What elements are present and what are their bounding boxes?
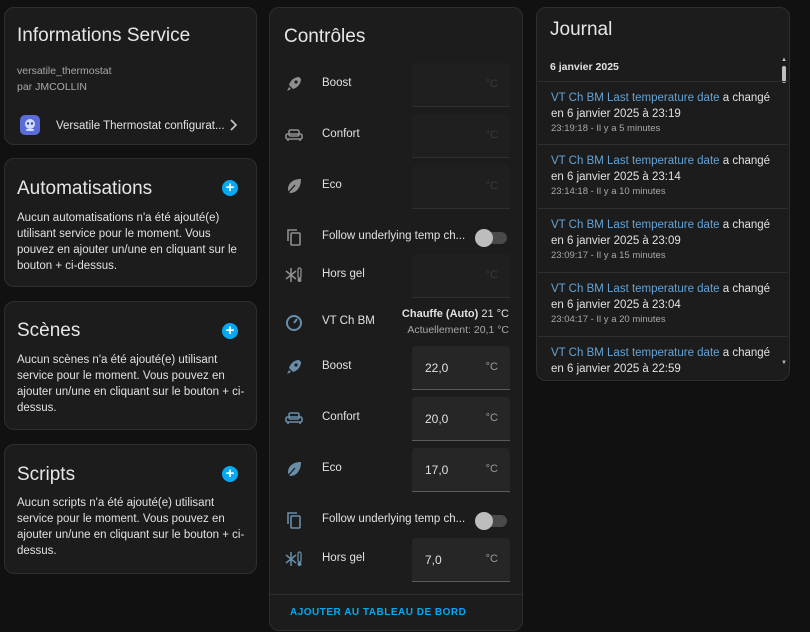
journal-time: 23:19:18 - Il y a 5 minutes [551,123,661,134]
climate-label: VT Ch BM [322,315,375,327]
journal-entity-link[interactable]: VT Ch BM Last temperature date [551,283,720,295]
journal-title: Journal [550,19,613,40]
leaf-icon [284,176,304,196]
controls-title: Contrôles [284,26,366,47]
journal-entry[interactable]: VT Ch BM Last temperature date a changé … [538,272,788,325]
eco-input-disabled[interactable]: °C [412,165,510,209]
info-card: Informations Service versatile_thermosta… [4,7,257,145]
journal-entry[interactable]: VT Ch BM Last temperature date a changé … [538,144,788,197]
integration-author: par JMCOLLIN [17,81,88,93]
snowflake-thermometer-icon [284,265,304,285]
horsgel-value: 7,0 [425,553,442,567]
journal-entity-link[interactable]: VT Ch BM Last temperature date [551,155,720,167]
eco-input[interactable]: 17,0 °C [412,448,510,492]
journal-time: 23:04:17 - Il y a 20 minutes [551,314,666,325]
follow-toggle[interactable] [475,229,507,247]
journal-card: Journal 6 janvier 2025 ▲ ▼ VT Ch BM Last… [536,7,790,381]
rocket-icon [284,74,304,94]
scenes-empty-text: Aucun scènes n'a été ajouté(e) utilisant… [17,354,245,414]
versatile-thermostat-icon [20,115,40,135]
control-label: Boost [322,360,352,372]
chevron-right-icon [227,118,239,132]
horsgel-input[interactable]: 7,0 °C [412,538,510,582]
control-label: Follow underlying temp ch... [322,513,466,525]
add-scene-button[interactable]: + [222,323,238,339]
add-automation-button[interactable]: + [222,180,238,196]
boost-input-disabled[interactable]: °C [412,63,510,107]
copy-icon [284,227,304,247]
scroll-up-icon[interactable]: ▲ [781,57,787,63]
journal-entity-link[interactable]: VT Ch BM Last temperature date [551,347,720,359]
confort-value: 20,0 [425,412,449,426]
control-label: Confort [322,411,360,423]
control-row-horsgel-2: Hors gel 7,0 °C [270,534,522,585]
add-to-dashboard-button[interactable]: AJOUTER AU TABLEAU DE BORD [290,607,466,618]
controls-card: Contrôles Boost °C Confort °C Eco °C Fol… [269,7,523,631]
integration-link-label: Versatile Thermostat configurat... [56,120,225,132]
copy-icon [284,510,304,530]
climate-target: 21 °C [481,308,509,320]
confort-input[interactable]: 20,0 °C [412,397,510,441]
horsgel-input-disabled[interactable]: °C [412,254,510,298]
add-script-button[interactable]: + [222,466,238,482]
journal-entity-link[interactable]: VT Ch BM Last temperature date [551,219,720,231]
thermostat-icon [284,313,304,333]
boost-value: 22,0 [425,361,449,375]
integration-name: versatile_thermostat [17,65,112,77]
journal-entry[interactable]: VT Ch BM Last temperature date a changé … [538,81,788,134]
climate-state: Chauffe (Auto) 21 °C [402,308,509,320]
control-row-confort-2: Confort 20,0 °C [270,393,522,444]
control-label: Eco [322,462,342,474]
scripts-empty-text: Aucun scripts n'a été ajouté(e) utilisan… [17,497,245,557]
climate-current: Actuellement: 20,1 °C [407,324,509,336]
controls-divider [270,594,522,595]
scenes-card: Scènes + Aucun scènes n'a été ajouté(e) … [4,301,257,430]
follow-toggle-2[interactable] [475,512,507,530]
climate-mode: Chauffe (Auto) [401,308,479,320]
boost-input[interactable]: 22,0 °C [412,346,510,390]
sofa-icon [284,125,304,145]
journal-entry[interactable]: VT Ch BM Last temperature date a changé … [538,336,788,377]
control-label: Hors gel [322,268,365,280]
scripts-card: Scripts + Aucun scripts n'a été ajouté(e… [4,444,257,574]
control-label: Follow underlying temp ch... [322,230,466,242]
journal-date: 6 janvier 2025 [550,61,619,73]
journal-time: 23:14:18 - Il y a 10 minutes [551,186,666,197]
scripts-title: Scripts [17,464,76,485]
control-row-confort: Confort °C [270,110,522,161]
automations-title: Automatisations [17,178,153,199]
automations-card: Automatisations + Aucun automatisations … [4,158,257,287]
integration-link[interactable]: Versatile Thermostat configurat... [5,110,256,142]
control-row-horsgel: Hors gel °C [270,250,522,301]
snowflake-thermometer-icon [284,549,304,569]
rocket-icon [284,357,304,377]
scenes-title: Scènes [17,320,81,341]
leaf-icon [284,459,304,479]
control-label: Eco [322,179,342,191]
sofa-icon [284,408,304,428]
toggle-knob [475,512,493,530]
eco-value: 17,0 [425,463,449,477]
journal-time: 23:09:17 - Il y a 15 minutes [551,250,666,261]
info-title: Informations Service [17,25,191,46]
journal-entity-link[interactable]: VT Ch BM Last temperature date [551,92,720,104]
automations-empty-text: Aucun automatisations n'a été ajouté(e) … [17,212,237,272]
control-row-boost: Boost °C [270,59,522,110]
toggle-knob [475,229,493,247]
control-label: Confort [322,128,360,140]
control-label: Hors gel [322,552,365,564]
control-row-eco-2: Eco 17,0 °C [270,444,522,495]
journal-entry[interactable]: VT Ch BM Last temperature date a changé … [538,208,788,261]
control-label: Boost [322,77,352,89]
control-row-boost-2: Boost 22,0 °C [270,342,522,393]
control-row-eco: Eco °C [270,161,522,212]
confort-input-disabled[interactable]: °C [412,114,510,158]
